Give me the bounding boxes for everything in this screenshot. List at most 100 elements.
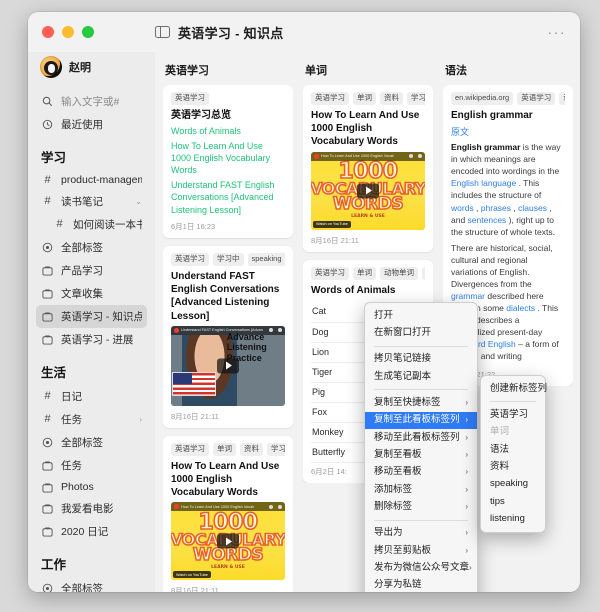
tag[interactable]: 资料 [380, 92, 403, 105]
menu-item[interactable]: 导出为 › [365, 525, 477, 542]
sidebar-item-2-5[interactable]: Photos [36, 477, 147, 497]
sidebar-item-2-6[interactable]: 我爱看电影 [36, 497, 147, 520]
chevron-right-icon: › [465, 397, 468, 407]
tag-list: 英语学习 [171, 92, 285, 105]
video-thumbnail[interactable]: Advance Listening Practice Understand FAST … [171, 325, 285, 406]
sidebar-item-2-4[interactable]: 任务 [36, 454, 147, 477]
tag[interactable]: 资料 [240, 442, 263, 456]
menu-item[interactable]: 移动至此看板标签列 › [365, 429, 477, 446]
tag[interactable]: 英语学习 [171, 442, 209, 456]
inline-link[interactable]: grammar [451, 291, 485, 301]
tag[interactable]: 语法 [559, 92, 565, 105]
inline-link[interactable]: dialects [506, 303, 535, 313]
context-submenu[interactable]: 创建新标签列 英语学习 单词 语法 资料 speaking tips listening [480, 375, 547, 533]
board-icon [41, 265, 54, 276]
user-profile[interactable]: 赵明 [36, 52, 147, 90]
tag[interactable]: 动物单词 [380, 266, 418, 280]
submenu-item[interactable]: speaking [481, 476, 545, 493]
sidebar-item-recent[interactable]: 最近使用 [36, 113, 147, 136]
tag[interactable]: 单词 [353, 266, 376, 280]
tag[interactable]: 英语学习 [311, 266, 349, 280]
sidebar-item-3-1[interactable]: 全部标签 [36, 577, 147, 592]
inline-link[interactable]: clauses [518, 203, 547, 213]
page-title: 英语学习 - 知识点 [178, 25, 284, 41]
menu-item[interactable]: 拷贝至剪贴板 › [365, 542, 477, 559]
sidebar-item-1-4[interactable]: 全部标签 [36, 236, 147, 259]
tag[interactable]: 学习中 [407, 92, 425, 105]
minimize-button[interactable] [62, 26, 74, 38]
menu-item[interactable]: 在新窗口打开 [365, 324, 477, 341]
tag[interactable]: 英语学习 [517, 92, 556, 105]
sidebar-item-2-7[interactable]: 2020 日记 [36, 520, 147, 543]
sidebar-section-title: 工作 [41, 558, 67, 572]
sidebar-item-1-2[interactable]: # 读书笔记 ⌄ [36, 190, 147, 213]
play-button[interactable] [217, 358, 239, 374]
sidebar-item-2-2[interactable]: # 任务 › [36, 408, 147, 431]
tag[interactable]: 学习中 [267, 442, 285, 456]
source-link[interactable]: 原文 [451, 125, 565, 138]
tag[interactable]: 学习中 [213, 253, 244, 267]
more-options-button[interactable]: ··· [548, 25, 567, 39]
youtube-icon [174, 504, 179, 510]
card-link[interactable]: Words of Animals [171, 125, 285, 137]
submenu-item[interactable]: tips [481, 493, 545, 510]
word-en: Tiger [312, 367, 333, 378]
video-thumbnail[interactable]: 1000VOCABULARYWORDSLEARN & USEHow To Lea… [171, 502, 285, 581]
note-card[interactable]: 英语学习单词资料学习中 How To Learn And Use 1000 Eng… [163, 435, 293, 592]
tag[interactable]: 英语学习 [171, 92, 209, 105]
note-card[interactable]: 英语学习学习中speakinglis Understand FAST Englis… [163, 246, 293, 428]
inline-link[interactable]: sentences [468, 215, 507, 225]
tag[interactable]: en.wikipedia.org [451, 92, 514, 105]
card-link[interactable]: How To Learn And Use 1000 English Vocabu… [171, 140, 285, 177]
sidebar-item-2-1[interactable]: # 日记 [36, 385, 147, 408]
close-button[interactable] [42, 26, 54, 38]
play-button[interactable] [217, 533, 239, 549]
sidebar-item-1-3[interactable]: # 如何阅读一本书 [36, 213, 147, 236]
tag[interactable]: 英语学习 [311, 92, 349, 105]
sidebar-item-1-1[interactable]: # product-management [36, 170, 147, 190]
inline-link[interactable]: phrases [481, 203, 511, 213]
menu-item[interactable]: 分享为私链 [365, 577, 477, 592]
video-thumbnail[interactable]: 1000VOCABULARYWORDSLEARN & USEHow To Lea… [311, 151, 425, 230]
submenu-item[interactable]: 英语学习 [481, 406, 545, 423]
card-link[interactable]: Understand FAST English Conversations [A… [171, 179, 285, 216]
context-menu[interactable]: 打开 在新窗口打开 拷贝笔记链接 生成笔记副本 复制至快捷标签 › 复制至此看板标签列 › 移动… [364, 302, 478, 592]
note-card[interactable]: 英语学习 英语学习总览 Words of Animals How To Learn A… [163, 85, 293, 239]
menu-item[interactable]: 复制至此看板标签列 › [365, 411, 477, 430]
tag[interactable]: 已学: [422, 266, 425, 280]
submenu-item[interactable]: 创建新标签列 [481, 380, 547, 397]
submenu-item[interactable]: listening [481, 510, 545, 527]
play-button[interactable] [357, 183, 379, 199]
tag[interactable]: 单词 [353, 92, 376, 105]
note-card[interactable]: 英语学习单词资料学习中 How To Learn And Use 1000 Eng… [303, 85, 433, 252]
inline-link[interactable]: English language [451, 178, 516, 188]
menu-item[interactable]: 移动至看板 › [365, 464, 477, 481]
menu-item[interactable]: 生成笔记副本 [365, 368, 477, 385]
menu-item[interactable]: 复制至看板 › [365, 446, 477, 463]
menu-item[interactable]: 删除标签 › [365, 498, 477, 515]
chevron-icon[interactable]: ⌄ [135, 197, 142, 206]
menu-item[interactable]: 打开 [365, 307, 477, 324]
search-input[interactable]: 输入文字或# [36, 90, 147, 113]
maximize-button[interactable] [82, 26, 94, 38]
chevron-icon[interactable]: › [139, 415, 142, 424]
sidebar-item-1-6[interactable]: 文章收集 [36, 282, 147, 305]
tag[interactable]: 单词 [213, 442, 236, 456]
sidebar-item-2-3[interactable]: 全部标签 [36, 431, 147, 454]
sidebar-toggle-icon[interactable] [155, 25, 170, 39]
sidebar-item-1-8[interactable]: 英语学习 - 进展 [36, 328, 147, 351]
menu-item[interactable]: 复制至快捷标签 › [365, 394, 477, 411]
menu-item[interactable]: 添加标签 › [365, 481, 477, 498]
submenu-item[interactable]: 语法 [481, 441, 545, 458]
tag[interactable]: 英语学习 [171, 253, 209, 267]
submenu-item[interactable]: 资料 [481, 458, 545, 475]
board-icon [41, 311, 54, 322]
inline-link[interactable]: words [451, 203, 474, 213]
sidebar-item-label: 2020 日记 [61, 526, 109, 538]
menu-item[interactable]: 发布为微信公众号文章 › [365, 559, 477, 576]
menu-item[interactable]: 拷贝笔记链接 [365, 351, 477, 368]
tag[interactable]: speaking [247, 253, 285, 267]
sidebar-item-1-5[interactable]: 产品学习 [36, 259, 147, 282]
menu-item-label: 复制至此看板标签列 [374, 414, 460, 426]
sidebar-item-1-7[interactable]: 英语学习 - 知识点 [36, 305, 147, 328]
